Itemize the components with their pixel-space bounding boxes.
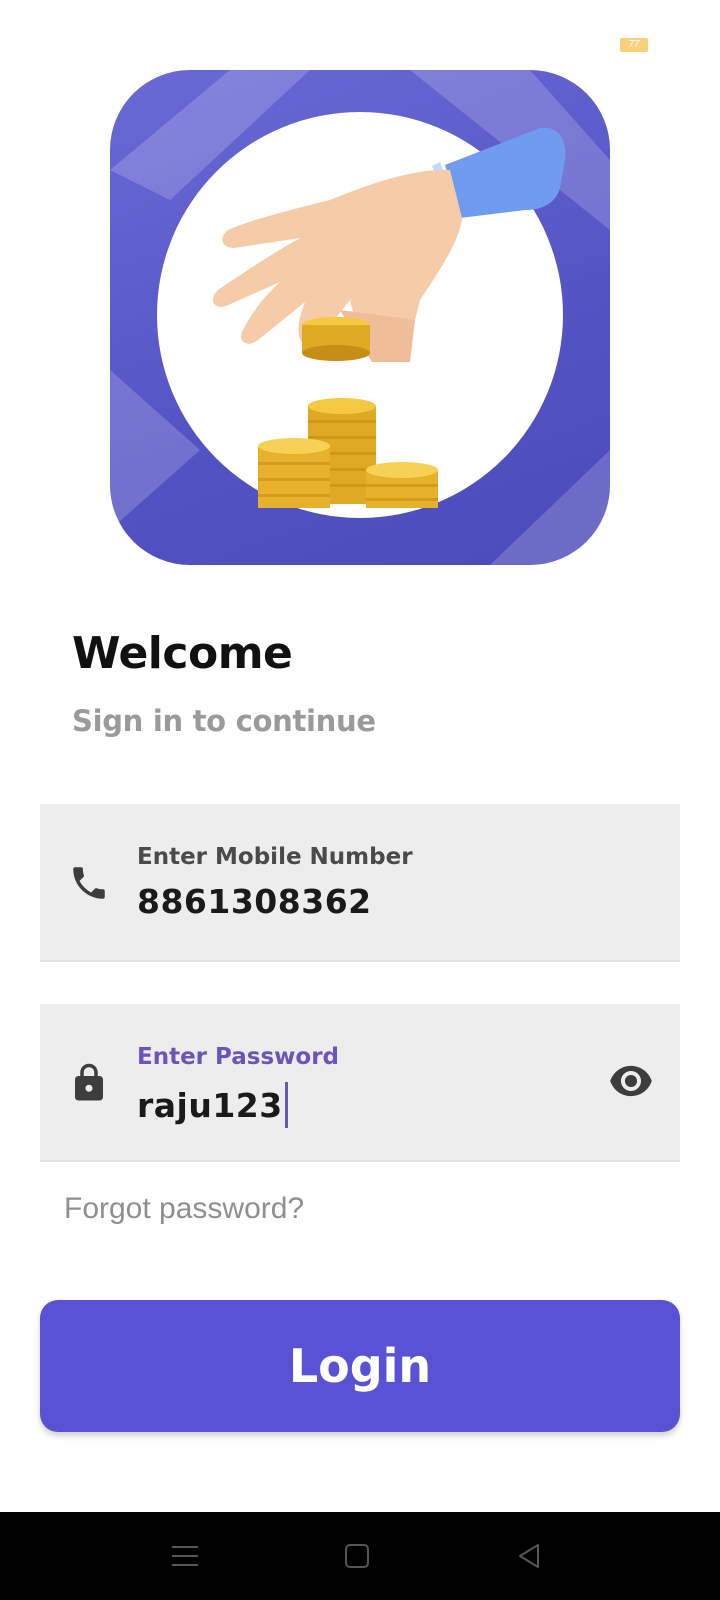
- battery-indicator: 77: [620, 38, 648, 52]
- mobile-number-value: 8861308362: [137, 882, 372, 921]
- welcome-subtitle: Sign in to continue: [72, 704, 376, 738]
- login-screen: 77 Welcome Sign in to continue Enter Mob…: [0, 0, 720, 1600]
- app-logo: [110, 70, 610, 565]
- text-cursor: [284, 1082, 288, 1128]
- back-triangle-icon[interactable]: [512, 1540, 546, 1572]
- password-label: Enter Password: [137, 1044, 340, 1070]
- phone-icon: [73, 867, 105, 899]
- menu-icon[interactable]: [168, 1540, 202, 1572]
- lock-icon: [75, 1063, 103, 1101]
- mobile-number-input[interactable]: 8861308362: [137, 882, 372, 921]
- home-square-icon[interactable]: [340, 1540, 374, 1572]
- mobile-number-label: Enter Mobile Number: [137, 844, 413, 870]
- forgot-password-link[interactable]: Forgot password?: [64, 1192, 304, 1226]
- login-button[interactable]: Login: [40, 1300, 680, 1432]
- password-input[interactable]: raju123: [137, 1082, 288, 1128]
- password-value: raju123: [137, 1085, 283, 1125]
- password-field[interactable]: Enter Password raju123: [40, 1004, 680, 1162]
- eye-icon[interactable]: [608, 1064, 654, 1098]
- mobile-number-field[interactable]: Enter Mobile Number 8861308362: [40, 804, 680, 962]
- system-navigation-bar: [0, 1512, 720, 1600]
- welcome-title: Welcome: [72, 628, 293, 679]
- hand-with-coins-icon: [212, 127, 566, 508]
